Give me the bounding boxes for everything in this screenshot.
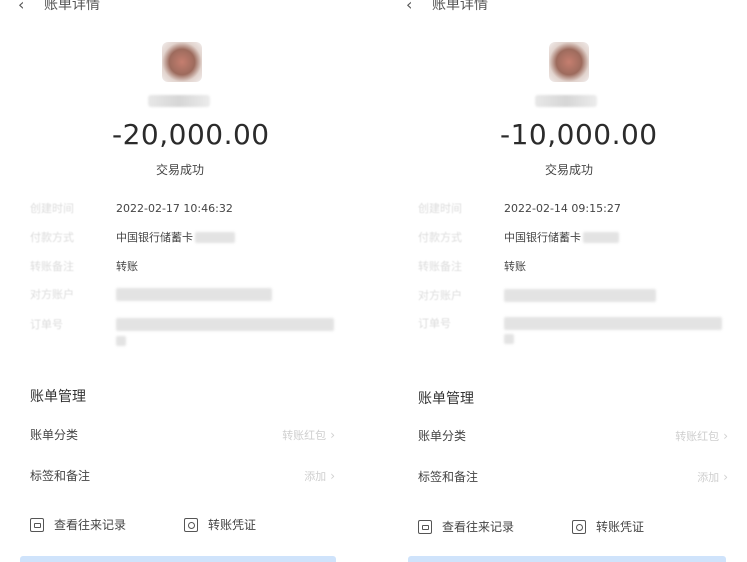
bill-category-value: 转账红包	[282, 428, 327, 442]
counterparty-redacted	[116, 287, 272, 301]
transfer-voucher-label: 转账凭证	[596, 520, 645, 534]
bill-category-row[interactable]: 账单分类 转账红包 ›	[30, 426, 335, 443]
detail-label: 创建时间	[30, 202, 74, 215]
detail-row-counterparty: 对方账户	[30, 286, 272, 302]
payee-name-redacted	[148, 95, 210, 107]
view-records-label: 查看往来记录	[442, 520, 515, 534]
tags-notes-label: 标签和备注	[30, 469, 91, 483]
card-number-redacted	[583, 231, 619, 243]
detail-value: 中国银行储蓄卡	[504, 231, 581, 244]
order-number-redacted-tail	[504, 334, 514, 344]
bill-category-label: 账单分类	[418, 429, 467, 443]
bottom-links: 查看往来记录 转账凭证	[418, 518, 644, 535]
status-text: 交易成功	[545, 163, 594, 177]
detail-row-created-time: 创建时间 2022-02-14 09:15:27	[418, 200, 621, 216]
order-number-redacted	[116, 317, 334, 331]
detail-label: 付款方式	[418, 231, 462, 244]
detail-label: 对方账户	[30, 288, 74, 301]
detail-value: 转账	[116, 260, 138, 273]
avatar	[162, 42, 202, 82]
voucher-icon	[184, 517, 199, 532]
detail-label: 订单号	[418, 317, 451, 330]
detail-value: 2022-02-14 09:15:27	[504, 201, 621, 215]
tags-notes-value: 添加	[697, 470, 720, 484]
detail-label: 付款方式	[30, 231, 74, 244]
amount: -20,000.00	[112, 118, 270, 151]
card-number-redacted	[195, 231, 235, 243]
detail-value: 转账	[504, 260, 526, 273]
counterparty-redacted	[504, 288, 656, 302]
avatar	[549, 42, 589, 82]
detail-value: 2022-02-17 10:46:32	[116, 201, 233, 215]
tags-notes-label: 标签和备注	[418, 470, 479, 484]
detail-row-payment-method: 付款方式 中国银行储蓄卡	[418, 229, 619, 245]
tags-notes-value: 添加	[304, 469, 327, 483]
detail-label: 订单号	[30, 318, 63, 331]
transfer-voucher-link[interactable]: 转账凭证	[572, 518, 644, 535]
transfer-voucher-label: 转账凭证	[208, 518, 257, 532]
status-text: 交易成功	[156, 163, 205, 177]
detail-row-payment-method: 付款方式 中国银行储蓄卡	[30, 229, 235, 245]
tags-notes-row[interactable]: 标签和备注 添加 ›	[418, 468, 728, 485]
page-title: 账单详情	[432, 0, 488, 13]
header: ‹ 账单详情	[406, 0, 488, 14]
transfer-voucher-link[interactable]: 转账凭证	[184, 516, 256, 533]
order-number-redacted-tail	[116, 336, 126, 346]
view-records-link[interactable]: 查看往来记录	[418, 518, 514, 535]
chevron-right-icon: ›	[723, 469, 728, 484]
detail-row-order-number: 订单号	[418, 315, 722, 331]
order-number-redacted	[504, 316, 722, 330]
bill-management-title: 账单管理	[30, 389, 86, 405]
voucher-icon	[572, 519, 587, 534]
detail-row-created-time: 创建时间 2022-02-17 10:46:32	[30, 200, 233, 216]
view-records-label: 查看往来记录	[54, 518, 127, 532]
view-records-link[interactable]: 查看往来记录	[30, 516, 126, 533]
detail-row-counterparty: 对方账户	[418, 287, 656, 303]
chevron-right-icon: ›	[723, 428, 728, 443]
detail-row-transfer-note: 转账备注 转账	[418, 258, 526, 274]
bill-category-label: 账单分类	[30, 428, 79, 442]
amount: -10,000.00	[500, 118, 658, 151]
records-icon	[30, 517, 44, 532]
header: ‹ 账单详情	[18, 0, 100, 14]
chevron-right-icon: ›	[330, 468, 335, 483]
detail-label: 转账备注	[418, 260, 462, 273]
detail-value: 中国银行储蓄卡	[116, 231, 193, 244]
detail-row-order-number: 订单号	[30, 316, 334, 332]
back-icon[interactable]: ‹	[406, 0, 426, 14]
payee-name-redacted	[535, 95, 597, 107]
chevron-right-icon: ›	[330, 427, 335, 442]
tags-notes-row[interactable]: 标签和备注 添加 ›	[30, 467, 335, 484]
bottom-action-bar[interactable]	[20, 556, 336, 562]
page-title: 账单详情	[44, 0, 100, 13]
bill-detail-panel-left: ‹ 账单详情 -20,000.00 交易成功 创建时间 2022-02-17 1…	[0, 0, 373, 562]
back-icon[interactable]: ‹	[18, 0, 38, 14]
bottom-action-bar[interactable]	[408, 556, 726, 562]
detail-label: 转账备注	[30, 260, 74, 273]
detail-label: 创建时间	[418, 202, 462, 215]
bill-category-row[interactable]: 账单分类 转账红包 ›	[418, 427, 728, 444]
detail-label: 对方账户	[418, 289, 462, 302]
bill-management-title: 账单管理	[418, 391, 474, 407]
bill-category-value: 转账红包	[675, 429, 720, 443]
detail-row-transfer-note: 转账备注 转账	[30, 258, 138, 274]
records-icon	[418, 519, 432, 534]
bill-detail-panel-right: ‹ 账单详情 -10,000.00 交易成功 创建时间 2022-02-14 0…	[374, 0, 747, 562]
bottom-links: 查看往来记录 转账凭证	[30, 516, 256, 533]
